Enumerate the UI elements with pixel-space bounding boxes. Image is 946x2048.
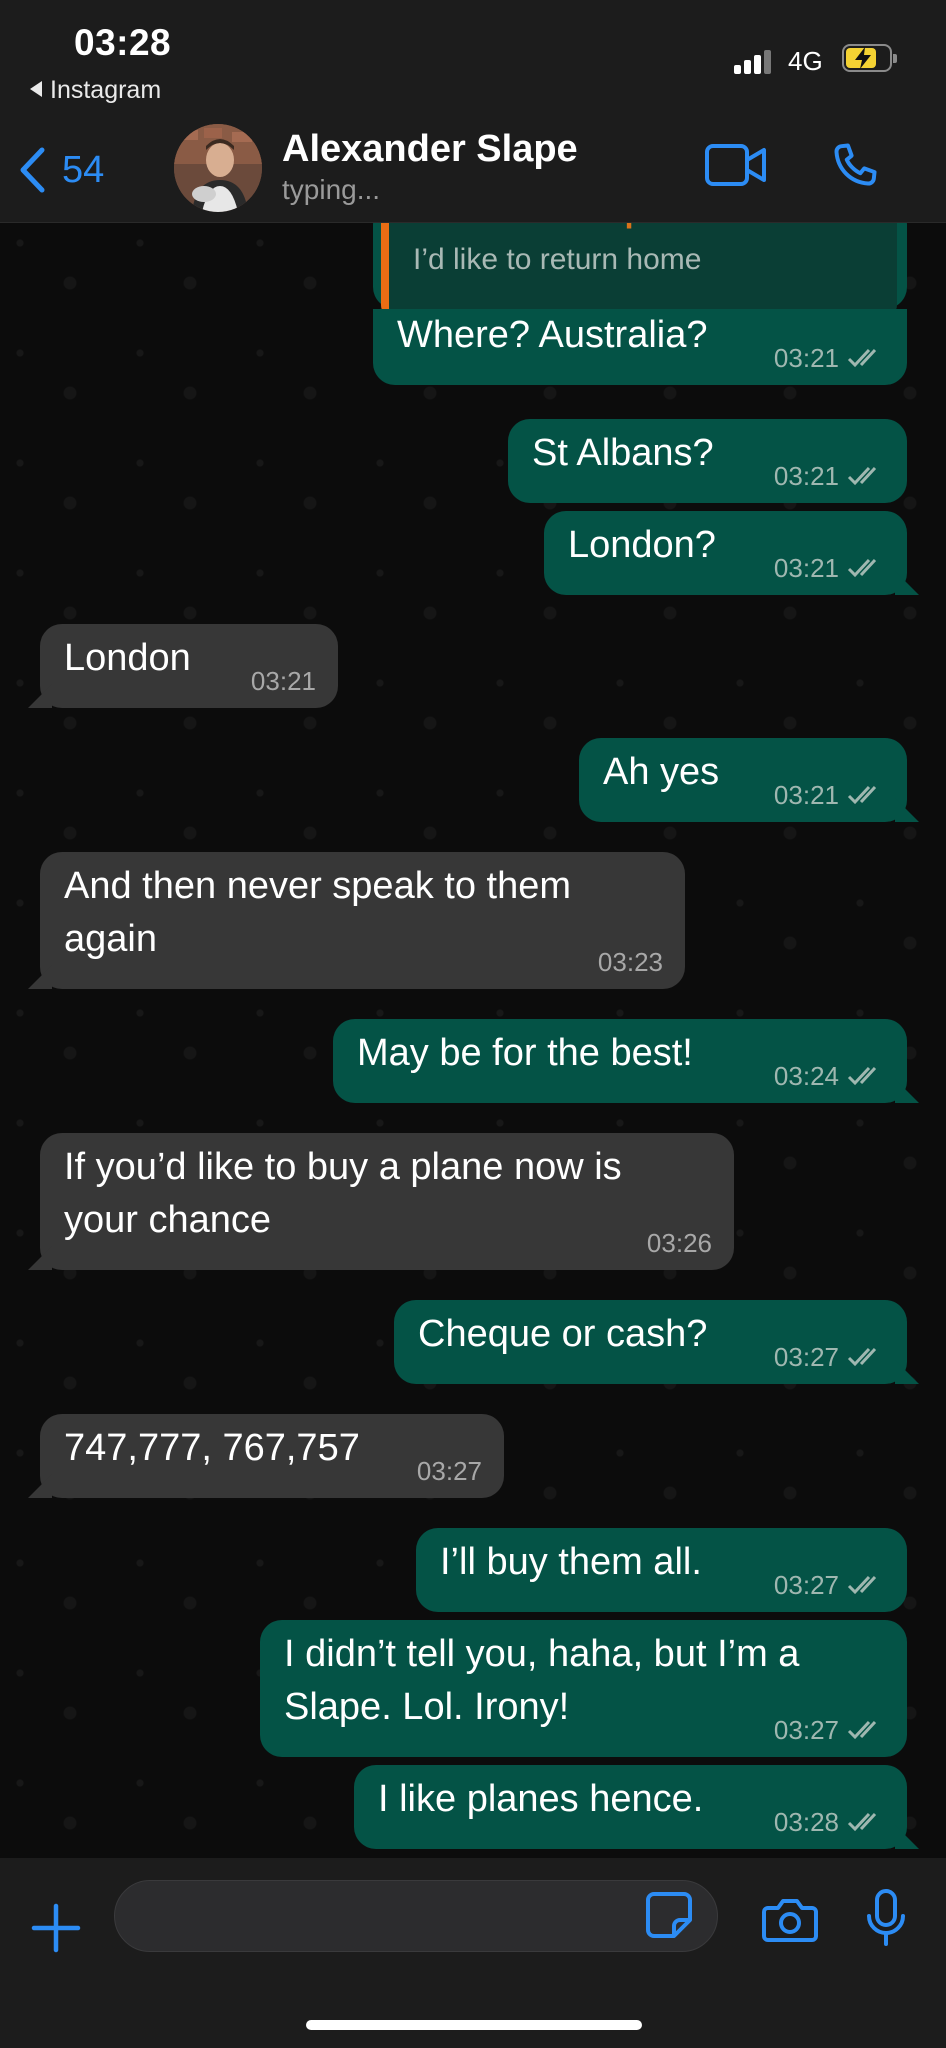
message-outgoing[interactable]: I didn’t tell you, haha, but I’m a Slape…: [260, 1620, 907, 1757]
message-text: Cheque or cash?: [418, 1313, 708, 1355]
voice-message-button[interactable]: [864, 1888, 908, 1953]
voice-call-button[interactable]: [826, 138, 882, 199]
read-receipt-icon: [847, 558, 877, 578]
back-button[interactable]: 54: [18, 142, 104, 198]
message-time: 03:27: [416, 1456, 482, 1486]
avatar[interactable]: [174, 124, 262, 212]
message-time: 03:27: [773, 1342, 839, 1372]
read-receipt-icon: [847, 1720, 877, 1740]
contact-name[interactable]: Alexander Slape: [282, 128, 578, 171]
message-time: 03:21: [773, 461, 839, 491]
camera-button[interactable]: [762, 1896, 818, 1947]
quoted-message[interactable]: Alexander Slape I’d like to return home: [381, 223, 897, 319]
message-text: May be for the best!: [357, 1032, 693, 1074]
read-receipt-icon: [847, 1066, 877, 1086]
message-outgoing[interactable]: May be for the best! 03:24: [333, 1019, 919, 1103]
message-time: 03:26: [646, 1228, 712, 1258]
quoted-text: I’d like to return home: [413, 243, 702, 276]
sticker-button[interactable]: [644, 1890, 694, 1945]
unread-count: 54: [62, 148, 105, 191]
home-indicator[interactable]: [306, 2020, 642, 2030]
sticker-icon: [646, 1892, 692, 1938]
message-incoming[interactable]: 747,777, 767,757 03:27: [28, 1414, 504, 1498]
message-text: 747,777, 767,757: [64, 1427, 360, 1469]
read-receipt-icon: [847, 466, 877, 486]
message-outgoing[interactable]: Ah yes 03:21: [579, 738, 919, 822]
message-outgoing[interactable]: Where? Australia? 03:21: [373, 309, 907, 385]
message-time: 03:28: [773, 1807, 839, 1837]
message-time: 03:27: [773, 1715, 839, 1745]
attach-button[interactable]: [30, 1902, 82, 1959]
message-incoming[interactable]: And then never speak to them again 03:23: [28, 852, 685, 989]
message-time: 03:21: [773, 343, 839, 373]
message-time: 03:23: [597, 947, 663, 977]
message-text: London?: [568, 524, 716, 566]
message-text: St Albans?: [532, 432, 714, 474]
message-incoming[interactable]: If you’d like to buy a plane now is your…: [28, 1133, 734, 1270]
microphone-icon: [867, 1889, 905, 1946]
message-outgoing[interactable]: London? 03:21: [544, 511, 919, 595]
video-call-button[interactable]: [704, 140, 768, 195]
back-app-label: Instagram: [50, 76, 162, 104]
message-text: I didn’t tell you, haha, but I’m a Slape…: [284, 1633, 800, 1728]
signal-icon: [734, 48, 772, 74]
message-time: 03:24: [773, 1061, 839, 1091]
network-type: 4G: [788, 46, 823, 76]
back-chevron-icon: [20, 147, 45, 193]
status-time: 03:28: [74, 22, 172, 63]
message-time: 03:27: [773, 1570, 839, 1600]
message-time: 03:21: [773, 553, 839, 583]
chat-messages[interactable]: Alexander Slape I’d like to return home …: [0, 223, 946, 1858]
message-text: Ah yes: [603, 751, 720, 793]
message-input[interactable]: [139, 1891, 643, 1943]
message-outgoing[interactable]: I’ll buy them all. 03:27: [416, 1528, 907, 1612]
message-text: And then never speak to them again: [64, 865, 571, 960]
read-receipt-icon: [847, 1575, 877, 1595]
camera-icon: [762, 1899, 818, 1942]
message-text: Where? Australia?: [397, 314, 708, 356]
message-composer: [0, 1858, 946, 2048]
chat-header: 54 Alexander Slape typing...: [0, 120, 946, 223]
contact-status: typing...: [282, 174, 381, 205]
plus-icon: [31, 1903, 81, 1953]
message-text: If you’d like to buy a plane now is your…: [64, 1146, 622, 1241]
read-receipt-icon: [847, 1347, 877, 1367]
read-receipt-icon: [847, 1812, 877, 1832]
message-text: I’ll buy them all.: [440, 1541, 702, 1583]
message-outgoing[interactable]: Cheque or cash? 03:27: [394, 1300, 919, 1384]
message-time: 03:21: [773, 780, 839, 810]
message-outgoing[interactable]: I like planes hence. 03:28: [354, 1765, 919, 1849]
message-outgoing[interactable]: St Albans? 03:21: [508, 419, 907, 503]
message-text: London: [64, 637, 191, 679]
message-incoming[interactable]: London 03:21: [28, 624, 338, 708]
message-outgoing[interactable]: Alexander Slape I’d like to return home: [373, 223, 907, 319]
phone-icon: [834, 143, 877, 186]
status-bar: 03:28 Instagram 4G: [0, 0, 946, 120]
battery-icon: [842, 44, 897, 72]
read-receipt-icon: [847, 348, 877, 368]
video-call-icon: [705, 144, 766, 186]
message-input-container[interactable]: [114, 1880, 718, 1952]
back-to-app-link[interactable]: Instagram: [30, 76, 161, 105]
message-text: I like planes hence.: [378, 1778, 704, 1820]
read-receipt-icon: [847, 785, 877, 805]
back-triangle-icon: [30, 81, 42, 97]
message-time: 03:21: [250, 666, 316, 696]
